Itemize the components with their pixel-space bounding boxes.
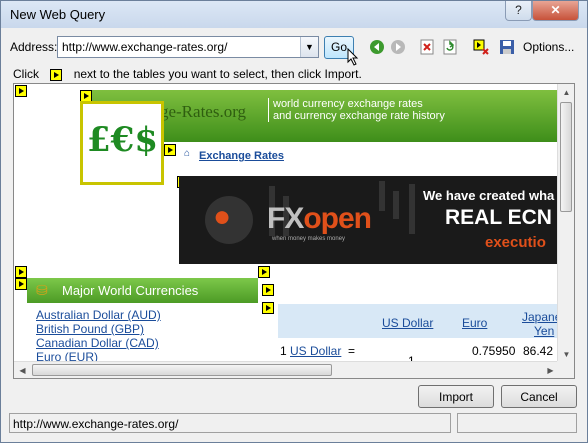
home-icon: ⌂ [184, 148, 191, 159]
options-button[interactable]: Options... [523, 40, 574, 54]
table-cell: 0.75950 [472, 344, 516, 358]
stop-icon[interactable] [419, 39, 435, 55]
forward-icon[interactable] [390, 39, 406, 55]
status-bar-progress [457, 413, 577, 433]
currency-link[interactable]: Canadian Dollar (CAD) [36, 336, 161, 350]
scrollbar-corner [557, 361, 574, 378]
window-title: New Web Query [10, 7, 106, 22]
import-button[interactable]: Import [418, 385, 494, 408]
scroll-left-icon[interactable]: ◀ [14, 362, 31, 378]
web-page-preview: Exchange-Rates.org world currency exchan… [13, 83, 575, 379]
select-table-arrow-icon[interactable] [15, 278, 27, 290]
ad-line-3: executio [485, 234, 546, 251]
select-table-arrow-icon[interactable] [15, 266, 27, 278]
exchange-rate-table: US Dollar Euro Japane Yen 1 US Dollar = … [278, 304, 561, 368]
site-logo: £€$ [80, 101, 164, 185]
dialog-body: Address: http://www.exchange-rates.org/ … [1, 28, 587, 442]
table-cell: 1 [280, 344, 287, 358]
table-header[interactable]: Japane [522, 310, 561, 324]
horizontal-scroll-thumb[interactable] [32, 364, 332, 376]
select-table-arrow-icon[interactable] [262, 284, 274, 296]
status-bar: http://www.exchange-rates.org/ [9, 413, 451, 433]
table-cell: 86.42 [523, 344, 554, 358]
table-select-arrow-icon [50, 68, 63, 81]
ad-brand-tagline: when money makes money [272, 236, 346, 242]
logo-text: £€$ [87, 120, 158, 160]
vertical-scrollbar[interactable]: ▲ ▼ [557, 84, 574, 363]
squirrel-mascot-icon: ● [213, 200, 232, 233]
instructions-text: Click next to the tables you want to sel… [13, 67, 362, 81]
major-currencies-header: Major World Currencies [27, 278, 258, 303]
save-query-icon[interactable] [499, 39, 515, 55]
address-label: Address: [10, 40, 58, 54]
coins-icon: ⛁ [36, 282, 48, 298]
refresh-icon[interactable] [442, 39, 458, 55]
table-cell: = [348, 344, 356, 358]
table-header[interactable]: US Dollar [382, 316, 433, 330]
new-web-query-dialog: New Web Query ? ✕ Address: http://www.ex… [0, 0, 588, 443]
horizontal-scrollbar[interactable]: ◀ ▶ [14, 361, 559, 378]
scroll-up-icon[interactable]: ▲ [558, 84, 574, 101]
back-icon[interactable] [369, 39, 385, 55]
advertisement-banner[interactable]: ● FXopen when money makes money We have … [179, 176, 559, 264]
ad-line-1: We have created wha [423, 188, 555, 203]
currency-link[interactable]: Australian Dollar (AUD) [36, 308, 161, 322]
select-table-arrow-icon[interactable] [164, 144, 176, 156]
status-url: http://www.exchange-rates.org/ [13, 417, 179, 431]
currency-list: Australian Dollar (AUD) British Pound (G… [36, 308, 161, 364]
ad-line-2: REAL ECN [445, 206, 552, 229]
breadcrumb-link[interactable]: Exchange Rates [199, 150, 284, 162]
table-header[interactable]: Euro [462, 316, 487, 330]
select-table-arrow-icon[interactable] [262, 302, 274, 314]
select-table-arrow-icon[interactable] [15, 85, 27, 97]
ad-brand: FXopen [267, 202, 372, 235]
title-bar: New Web Query ? ✕ [1, 1, 587, 28]
mouse-cursor-icon [347, 48, 359, 66]
vertical-scroll-thumb[interactable] [560, 102, 572, 212]
address-input[interactable]: http://www.exchange-rates.org/ ▼ [57, 36, 319, 58]
select-table-arrow-icon[interactable] [258, 266, 270, 278]
help-button[interactable]: ? [505, 1, 532, 21]
address-dropdown-button[interactable]: ▼ [300, 37, 318, 57]
address-value: http://www.exchange-rates.org/ [62, 40, 228, 54]
cancel-button[interactable]: Cancel [501, 385, 577, 408]
hide-icons-icon[interactable] [473, 39, 489, 55]
site-tagline: world currency exchange rates and curren… [268, 98, 445, 122]
close-button[interactable]: ✕ [532, 1, 579, 21]
table-row-link[interactable]: US Dollar [290, 344, 341, 358]
table-header[interactable]: Yen [534, 324, 554, 338]
currency-link[interactable]: British Pound (GBP) [36, 322, 161, 336]
